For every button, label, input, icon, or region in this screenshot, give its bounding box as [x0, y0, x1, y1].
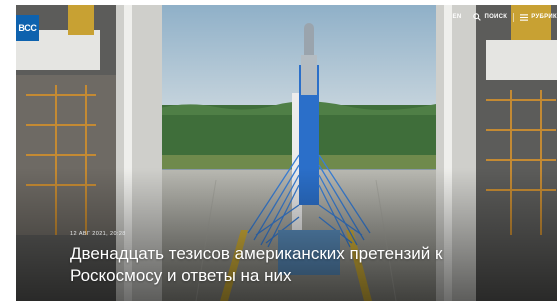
rubrics-button[interactable]: РУБРИК — [520, 13, 557, 21]
search-button[interactable]: ПОИСК — [473, 13, 507, 21]
hero-banner[interactable]: ВСС EN ПОИСК РУБРИК 12 АВГ 2021, 20:28 Д… — [16, 5, 557, 301]
article-caption[interactable]: 12 АВГ 2021, 20:28 Двенадцать тезисов ам… — [70, 231, 510, 287]
menu-icon — [520, 13, 529, 21]
site-logo[interactable]: ВСС — [16, 15, 39, 41]
language-switch[interactable]: EN — [453, 14, 462, 20]
nav-divider — [513, 12, 515, 22]
article-date: 12 АВГ 2021, 20:28 — [70, 231, 126, 237]
search-icon — [473, 13, 482, 21]
search-label: ПОИСК — [484, 14, 508, 20]
article-title[interactable]: Двенадцать тезисов американских претензи… — [70, 243, 510, 287]
top-nav: EN ПОИСК РУБРИК — [453, 10, 557, 24]
rubrics-label: РУБРИК — [531, 14, 557, 20]
